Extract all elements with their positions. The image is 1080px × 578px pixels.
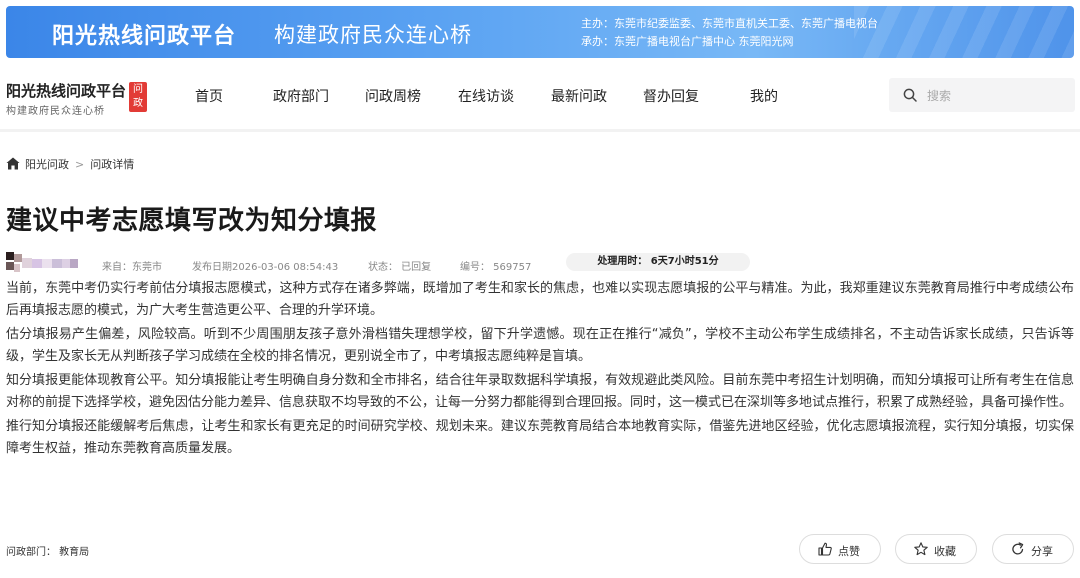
collect-button[interactable]: 收藏	[895, 534, 977, 564]
avatar	[6, 252, 78, 272]
banner-slogan: 构建政府民众连心桥	[274, 23, 472, 47]
article-body: 当前，东莞中考仍实行考前估分填报志愿模式，这种方式存在诸多弊端，既增加了考生和家…	[6, 278, 1074, 462]
search-placeholder: 搜索	[927, 89, 952, 103]
search-input[interactable]: 搜索	[889, 78, 1075, 112]
logo-badge: 问 政	[129, 82, 147, 112]
like-label: 点赞	[838, 545, 860, 558]
nav-divider	[0, 129, 1080, 132]
department-label: 问政部门： 教育局	[6, 547, 90, 558]
search-icon	[903, 88, 917, 102]
breadcrumb-home[interactable]: 阳光问政	[25, 158, 69, 171]
article-date: 发布日期2026-03-06 08:54:43	[192, 262, 339, 273]
breadcrumb-separator: >	[75, 158, 85, 171]
site-logo[interactable]: 阳光热线问政平台 构建政府民众连心桥 问 政	[6, 80, 147, 117]
banner-host: 主办：东莞市纪委监委、东莞市直机关工委、东莞广播电视台	[581, 17, 878, 30]
logo-badge-char1: 问	[133, 84, 143, 95]
logo-sub-text: 构建政府民众连心桥	[6, 106, 105, 117]
article-paragraph: 知分填报更能体现教育公平。知分填报能让考生明确自身分数和全市排名，结合往年录取数…	[6, 373, 1074, 410]
nav-item-departments[interactable]: 政府部门	[273, 86, 329, 106]
article-paragraph: 推行知分填报还能缓解考后焦虑，让考生和家长有更充足的时间研究学校、规划未来。建议…	[6, 419, 1074, 456]
banner-sponsors: 主办：东莞市纪委监委、东莞市直机关工委、东莞广播电视台 承办：东莞广播电视台广播…	[581, 15, 878, 51]
share-label: 分享	[1031, 545, 1053, 558]
handle-time-badge: 处理用时： 6天7小时51分	[566, 253, 750, 271]
home-icon	[6, 157, 20, 170]
banner-organizer: 承办：东莞广播电视台广播中心 东莞阳光网	[581, 35, 794, 48]
nav-item-interview[interactable]: 在线访谈	[458, 86, 514, 106]
nav-item-home[interactable]: 首页	[195, 86, 223, 106]
article-source: 来自：东莞市	[102, 262, 162, 273]
breadcrumb: 阳光问政 > 问政详情	[6, 156, 134, 172]
nav-item-weekly-rank[interactable]: 问政周榜	[365, 86, 421, 106]
logo-main-text: 阳光热线问政平台	[6, 82, 127, 100]
banner-title: 阳光热线问政平台	[52, 24, 237, 49]
nav-item-latest[interactable]: 最新问政	[551, 86, 607, 106]
article-meta: 来自：东莞市 发布日期2026-03-06 08:54:43 状态： 已回复 编…	[6, 249, 1076, 275]
article-number: 编号： 569757	[460, 262, 532, 273]
thumbs-up-icon	[818, 542, 832, 556]
banner-decoration	[854, 6, 1074, 58]
breadcrumb-current: 问政详情	[90, 158, 135, 171]
share-button[interactable]: 分享	[992, 534, 1074, 564]
logo-badge-char2: 政	[133, 98, 143, 109]
like-button[interactable]: 点赞	[799, 534, 881, 564]
nav-item-mine[interactable]: 我的	[750, 86, 778, 106]
main-nav: 阳光热线问政平台 构建政府民众连心桥 问 政 首页 政府部门 问政周榜 在线访谈…	[0, 66, 1080, 126]
nav-item-supervision[interactable]: 督办回复	[643, 86, 699, 106]
article-paragraph: 估分填报易产生偏差，风险较高。听到不少周围朋友孩子意外滑档错失理想学校，留下升学…	[6, 327, 1074, 364]
article-status: 状态： 已回复	[368, 262, 432, 273]
article-paragraph: 当前，东莞中考仍实行考前估分填报志愿模式，这种方式存在诸多弊端，既增加了考生和家…	[6, 281, 1074, 318]
collect-label: 收藏	[934, 545, 956, 558]
share-icon	[1012, 542, 1024, 555]
page-title: 建议中考志愿填写改为知分填报	[6, 206, 378, 236]
top-banner: 阳光热线问政平台 构建政府民众连心桥 主办：东莞市纪委监委、东莞市直机关工委、东…	[6, 6, 1074, 58]
star-icon	[914, 542, 928, 556]
